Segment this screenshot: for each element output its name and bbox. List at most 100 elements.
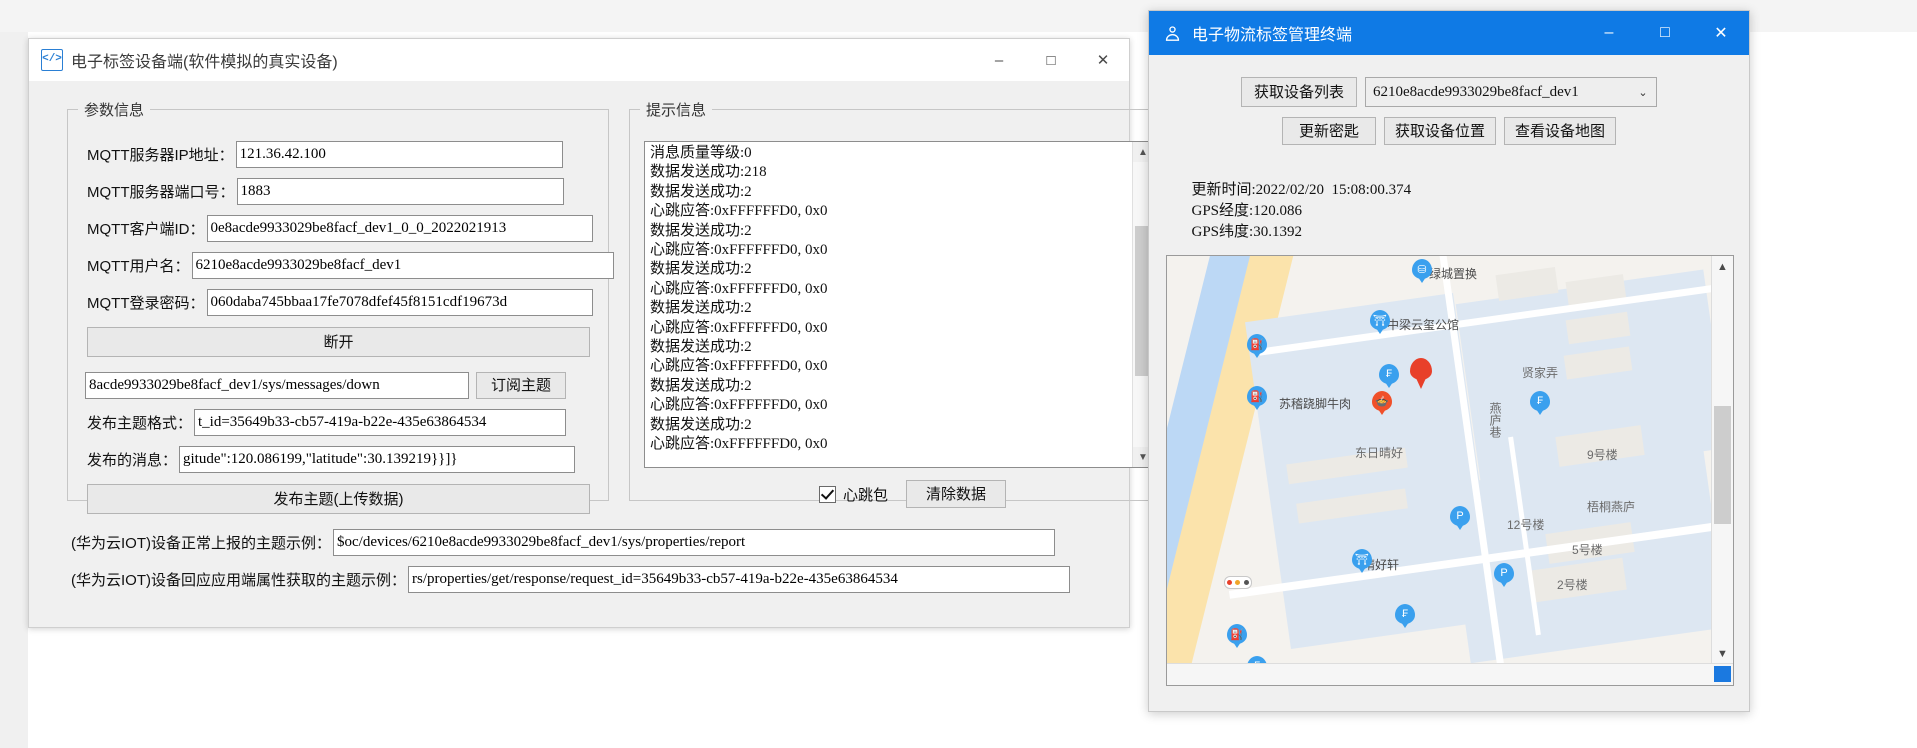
mqtt-clientid-input[interactable] (206, 215, 593, 242)
example-response-input[interactable] (408, 566, 1070, 593)
row-mqtt-ip: MQTT服务器IP地址： (87, 141, 563, 168)
device-simulator-window: </> 电子标签设备端(软件模拟的真实设备) – □ ✕ 参数信息 MQTT服务… (28, 38, 1171, 628)
map-scroll-down-icon[interactable]: ▼ (1712, 643, 1733, 664)
poi-parking-2-icon[interactable]: P (1494, 563, 1514, 587)
device-window-titlebar[interactable]: </> 电子标签设备端(软件模拟的真实设备) – □ ✕ (29, 39, 1129, 82)
subscribe-topic-input[interactable] (85, 372, 469, 399)
row-example-response: (华为云IOT)设备回应应用端属性获取的主题示例： (71, 566, 1070, 593)
terminal-maximize-button[interactable]: □ (1637, 11, 1693, 55)
row-mqtt-username: MQTT用户名： (87, 252, 614, 279)
device-list-row: 获取设备列表 6210e8acde9933029be8facf_dev1 ⌄ (1166, 77, 1732, 107)
device-window-buttons: – □ ✕ (973, 39, 1129, 81)
gps-lat-label: GPS纬度: (1191, 224, 1254, 240)
poi-bus-stop-3-icon[interactable]: ⛽ (1227, 624, 1247, 648)
device-location-pin[interactable] (1410, 358, 1432, 389)
device-combo-value: 6210e8acde9933029be8facf_dev1 (1373, 83, 1579, 100)
device-maximize-button[interactable]: □ (1025, 39, 1077, 81)
terminal-close-button[interactable]: ✕ (1693, 11, 1749, 55)
mqtt-password-label: MQTT登录密码： (87, 295, 205, 312)
map-label: 绿城置换 (1429, 267, 1478, 281)
poi-restaurant[interactable]: 🍲 (1372, 391, 1392, 415)
map-label: 燕庐巷 (1488, 402, 1502, 438)
publish-topic-input[interactable] (194, 409, 567, 436)
row-mqtt-port: MQTT服务器端口号： (87, 178, 564, 205)
poi-bus-stop-2-icon[interactable]: ⛽ (1247, 386, 1267, 410)
mqtt-ip-input[interactable] (235, 141, 563, 168)
poi-greentown-icon[interactable]: ⛁ (1412, 259, 1432, 283)
gps-lat-value: 30.1392 (1253, 224, 1302, 240)
chevron-down-icon[interactable]: ⌄ (1630, 86, 1656, 99)
params-group-title: 参数信息 (78, 99, 151, 120)
desktop-left-strip (0, 0, 28, 748)
log-output-box[interactable]: 消息质量等级:0 数据发送成功:218 数据发送成功:2 心跳应答:0xFFFF… (644, 141, 1154, 468)
mqtt-clientid-label: MQTT客户端ID： (87, 221, 205, 238)
heartbeat-checkbox[interactable] (819, 485, 836, 503)
log-group-title: 提示信息 (640, 99, 713, 120)
heartbeat-checkbox-row[interactable]: 心跳包 清除数据 (819, 480, 1007, 508)
terminal-client: 获取设备列表 6210e8acde9933029be8facf_dev1 ⌄ 更… (1149, 55, 1749, 710)
device-combo[interactable]: 6210e8acde9933029be8facf_dev1 ⌄ (1365, 77, 1657, 107)
mqtt-password-input[interactable] (206, 289, 593, 316)
device-close-button[interactable]: ✕ (1077, 39, 1129, 81)
map-label: 12号楼 (1507, 518, 1545, 532)
poi-bank-3-icon[interactable]: ₣ (1395, 604, 1415, 628)
map-label: 中梁云玺公馆 (1387, 318, 1460, 332)
terminal-minimize-button[interactable]: – (1581, 11, 1637, 55)
poi-bank-1-icon[interactable]: ₣ (1379, 364, 1399, 388)
clear-log-button[interactable]: 清除数据 (906, 480, 1007, 508)
poi-parking-1-icon[interactable]: P (1450, 506, 1470, 530)
get-device-list-button[interactable]: 获取设备列表 (1240, 77, 1357, 107)
publish-topic-label: 发布主题格式： (87, 415, 193, 432)
view-device-map-button[interactable]: 查看设备地图 (1504, 117, 1617, 145)
map-scroll-up-icon[interactable]: ▲ (1712, 256, 1733, 277)
traffic-light-lamp (1226, 580, 1232, 585)
publish-button[interactable]: 发布主题(上传数据) (87, 484, 590, 514)
traffic-light-icon (1224, 576, 1252, 589)
example-response-label: (华为云IOT)设备回应应用端属性获取的主题示例： (71, 572, 406, 589)
row-subscribe: 订阅主题 (85, 372, 566, 399)
map-vscroll-thumb[interactable] (1714, 406, 1731, 524)
subscribe-button[interactable]: 订阅主题 (476, 372, 566, 399)
person-icon (1163, 24, 1182, 43)
row-mqtt-clientid: MQTT客户端ID： (87, 215, 593, 242)
publish-message-input[interactable] (179, 446, 576, 473)
poi-bank-2-icon[interactable]: ₣ (1530, 391, 1550, 415)
map-canvas[interactable]: 绿城置换中梁云玺公馆苏稽跷脚牛肉 贤家弄燕庐巷东日晴好 9号楼梧桐燕庐 12号楼 5号楼… (1167, 256, 1712, 664)
map-label: 苏稽跷脚牛肉 (1279, 397, 1352, 411)
row-publish-topic: 发布主题格式： (87, 409, 567, 436)
terminal-window-buttons: – □ ✕ (1581, 11, 1749, 55)
poi-zhongliang-icon[interactable]: ⛩ (1370, 310, 1390, 334)
disconnect-button[interactable]: 断开 (87, 327, 590, 357)
map-label: 5号楼 (1572, 543, 1603, 557)
map-label: 2号楼 (1557, 578, 1588, 592)
mqtt-port-label: MQTT服务器端口号： (87, 184, 235, 201)
logistics-terminal-window: 电子物流标签管理终端 – □ ✕ 获取设备列表 6210e8acde993302… (1148, 10, 1750, 712)
mqtt-username-input[interactable] (191, 252, 614, 279)
map-label: 9号楼 (1587, 448, 1618, 462)
action-buttons-row: 更新密匙 获取设备位置 查看设备地图 (1166, 117, 1732, 145)
row-example-report: (华为云IOT)设备正常上报的主题示例： (71, 529, 1055, 556)
map-vertical-scrollbar[interactable]: ▲ ▼ (1711, 256, 1733, 664)
poi-qinghaoxuan-icon[interactable]: ⛩ (1352, 549, 1372, 573)
map-label: 梧桐燕庐 (1587, 500, 1636, 514)
row-mqtt-password: MQTT登录密码： (87, 289, 593, 316)
example-report-input[interactable] (333, 529, 1055, 556)
terminal-window-title: 电子物流标签管理终端 (1192, 27, 1353, 44)
code-brackets-icon: </> (41, 49, 63, 71)
map-hscroll-thumb[interactable] (1714, 666, 1731, 682)
device-window-client: 参数信息 MQTT服务器IP地址： MQTT服务器端口号： MQTT客户端ID：… (29, 81, 1171, 626)
map-horizontal-scrollbar[interactable] (1167, 663, 1733, 685)
mqtt-ip-label: MQTT服务器IP地址： (87, 147, 234, 164)
get-device-position-button[interactable]: 获取设备位置 (1383, 117, 1496, 145)
mqtt-port-input[interactable] (236, 178, 564, 205)
update-secret-button[interactable]: 更新密匙 (1281, 117, 1376, 145)
map-label: 贤家弄 (1522, 366, 1559, 380)
traffic-light-lamp (1244, 580, 1250, 585)
log-lines: 消息质量等级:0 数据发送成功:218 数据发送成功:2 心跳应答:0xFFFF… (650, 145, 828, 453)
device-minimize-button[interactable]: – (973, 39, 1025, 81)
poi-bus-stop-1-icon[interactable]: ⛽ (1247, 334, 1267, 358)
mqtt-username-label: MQTT用户名： (87, 258, 190, 275)
device-map-frame[interactable]: 绿城置换中梁云玺公馆苏稽跷脚牛肉 贤家弄燕庐巷东日晴好 9号楼梧桐燕庐 12号楼 5号楼… (1166, 255, 1734, 686)
map-label: 东日晴好 (1355, 446, 1404, 460)
terminal-titlebar[interactable]: 电子物流标签管理终端 – □ ✕ (1149, 11, 1749, 55)
